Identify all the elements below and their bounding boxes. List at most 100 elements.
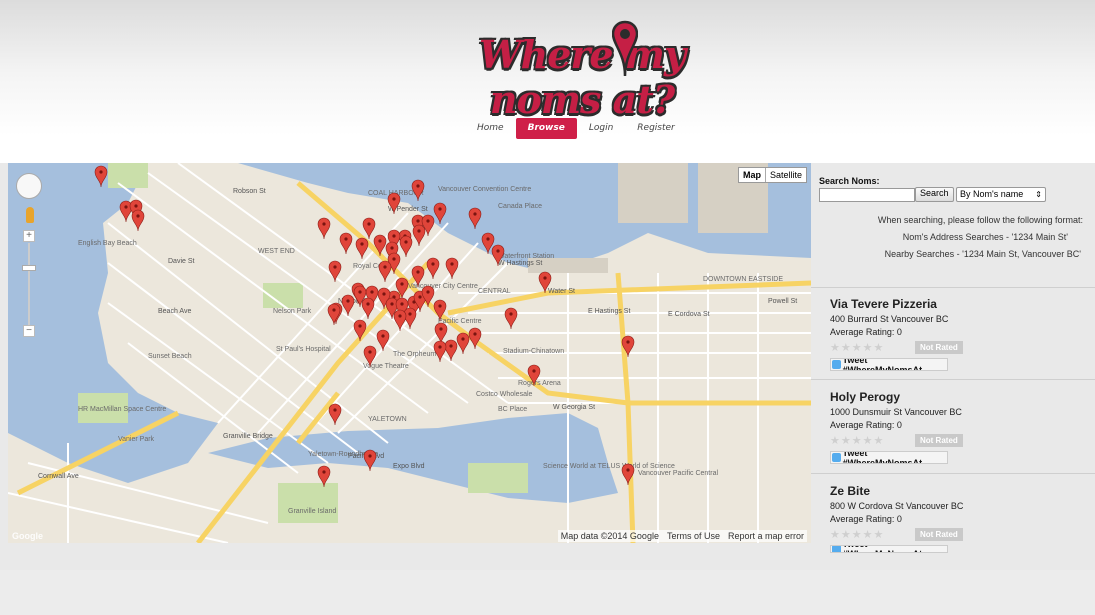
restaurant-marker-icon[interactable] [362,217,376,240]
marker-dot [416,270,420,274]
marker-dot [438,345,442,349]
search-hint-address: Nom's Address Searches - '1234 Main St' [902,232,1068,242]
restaurant-marker-icon[interactable] [131,209,145,232]
map-data-credit: Map data ©2014 Google [560,531,659,541]
marker-dot [136,214,140,218]
marker-dot [392,257,396,261]
main-content: W Georgia St W Pender St W Hastings St R… [0,163,1095,570]
restaurant-marker-icon[interactable] [355,237,369,260]
star-rating-icon[interactable]: ★★★★★ [830,341,915,354]
tweet-button[interactable]: Tweet #WhereMyNomsAt [830,545,948,553]
tweet-button[interactable]: Tweet #WhereMyNomsAt [830,451,948,464]
restaurant-marker-icon[interactable] [363,449,377,472]
marker-dot [626,340,630,344]
map-type-map[interactable]: Map [739,168,766,182]
star-rating-icon[interactable]: ★★★★★ [830,434,915,447]
place-label: Vanier Park [118,436,155,443]
nav-home[interactable]: Home [465,118,516,139]
restaurant-marker-icon[interactable] [339,232,353,255]
restaurant-marker-icon[interactable] [433,340,447,363]
marker-dot [392,197,396,201]
marker-dot [509,312,513,316]
result-name[interactable]: Holy Perogy [830,390,1080,404]
street-label: W Georgia St [553,404,595,411]
street-view-pegman-icon[interactable] [26,207,34,223]
restaurant-marker-icon[interactable] [399,235,413,258]
nav-register[interactable]: Register [625,118,686,139]
restaurant-marker-icon[interactable] [353,319,367,342]
rating-row: ★★★★★ Not Rated [830,433,1080,448]
marker-dot [368,454,372,458]
marker-dot [370,290,374,294]
marker-dot [496,249,500,253]
marker-dot [358,324,362,328]
result-name[interactable]: Via Tevere Pizzeria [830,297,1080,311]
terms-of-use-link[interactable]: Terms of Use [667,531,720,541]
result-address: 400 Burrard St Vancouver BC [830,314,949,324]
place-label: WEST END [258,248,295,255]
restaurant-marker-icon[interactable] [376,329,390,352]
restaurant-marker-icon[interactable] [328,403,342,426]
tweet-button[interactable]: Tweet #WhereMyNomsAt [830,358,948,371]
search-type-select[interactable]: By Nom's name ⇕ [956,187,1046,202]
zoom-slider-track[interactable] [28,243,30,325]
restaurant-marker-icon[interactable] [328,260,342,283]
search-input[interactable] [819,188,915,202]
google-logo[interactable]: Google [12,531,43,541]
map-attribution: Map data ©2014 Google Terms of Use Repor… [557,530,807,542]
marker-dot [398,314,402,318]
restaurant-marker-icon[interactable] [504,307,518,330]
star-rating-icon[interactable]: ★★★★★ [830,528,915,541]
not-rated-badge: Not Rated [915,341,963,354]
zoom-in-button[interactable]: + [23,230,35,242]
pan-control-icon[interactable] [16,173,42,199]
marker-dot [322,222,326,226]
zoom-out-button[interactable]: − [23,325,35,337]
marker-dot [134,204,138,208]
result-name[interactable]: Ze Bite [830,484,1080,498]
divider [811,473,1095,474]
report-map-error-link[interactable]: Report a map error [728,531,804,541]
restaurant-marker-icon[interactable] [426,257,440,280]
divider [811,379,1095,380]
nav-browse[interactable]: Browse [515,118,577,139]
marker-dot [543,276,547,280]
marker-dot [382,292,386,296]
place-label: Nelson Park [273,308,312,315]
map-type-satellite[interactable]: Satellite [766,168,806,182]
twitter-bird-icon [832,453,841,462]
place-label: Waterfront Station [498,253,554,260]
restaurant-marker-icon[interactable] [378,260,392,283]
marker-dot [404,240,408,244]
place-label: CENTRAL [478,288,511,295]
result-item[interactable]: Ze Bite 800 W Cordova St Vancouver BC Av… [830,484,1080,553]
marker-dot [400,282,404,286]
restaurant-marker-icon[interactable] [327,303,341,326]
place-label: The Orpheum [393,351,436,358]
place-label: Granville Island [288,508,336,515]
result-item[interactable]: Holy Perogy 1000 Dunsmuir St Vancouver B… [830,390,1080,464]
street-label: W Hastings St [498,260,542,267]
map-canvas[interactable]: W Georgia St W Pender St W Hastings St R… [8,163,811,543]
restaurant-marker-icon[interactable] [317,217,331,240]
marker-dot [426,290,430,294]
marker-dot [383,265,387,269]
result-address: 800 W Cordova St Vancouver BC [830,501,964,511]
restaurant-marker-icon[interactable] [412,224,426,247]
result-item[interactable]: Via Tevere Pizzeria 400 Burrard St Vanco… [830,297,1080,371]
marker-dot [439,327,443,331]
street-label: Cornwall Ave [38,473,79,480]
site-logo[interactable]: Where my noms at? [422,20,742,122]
marker-dot [368,350,372,354]
search-button[interactable]: Search [915,187,954,202]
nav-login[interactable]: Login [577,118,625,139]
place-label: Sunset Beach [148,353,192,360]
marker-dot [358,290,362,294]
twitter-bird-icon [832,546,841,552]
marker-dot [322,470,326,474]
marker-dot [346,299,350,303]
zoom-slider-thumb[interactable] [22,265,36,271]
marker-dot [418,295,422,299]
street-label: Davie St [168,258,195,265]
restaurant-marker-icon[interactable] [456,332,470,355]
